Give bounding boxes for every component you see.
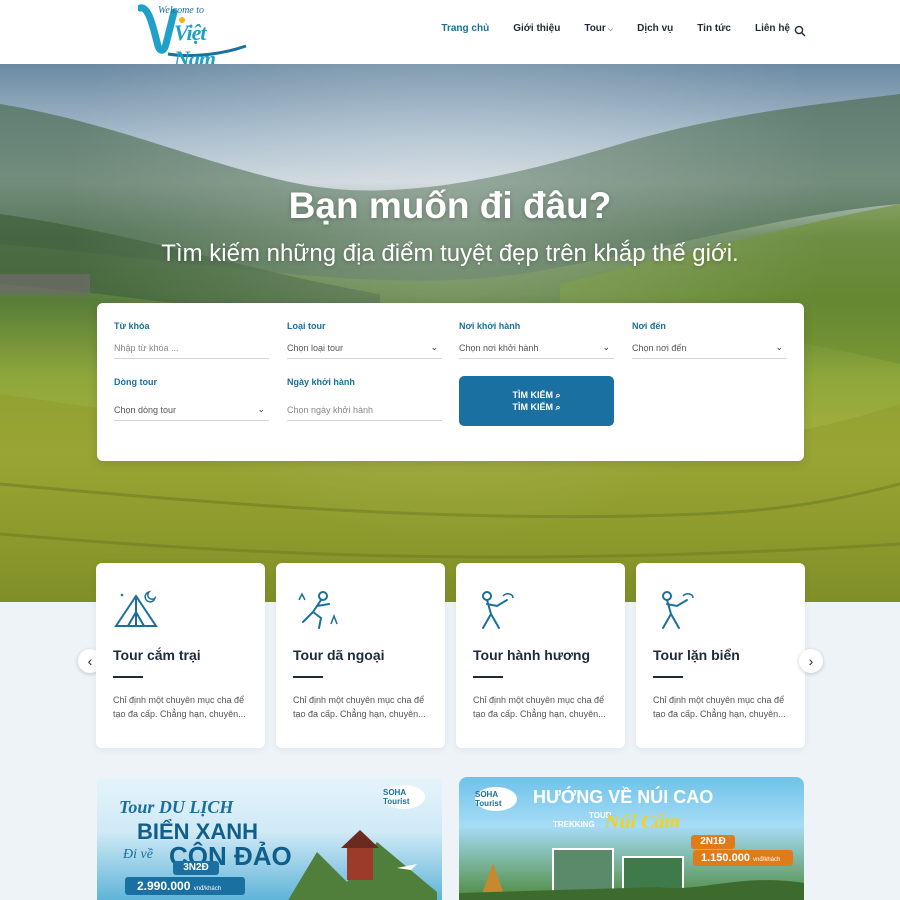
destination-value: Chọn nơi đến <box>632 342 687 353</box>
search-button[interactable]: TÌM KIẾM ⌕ TÌM KIẾM ⌕ <box>459 376 614 426</box>
keyword-label: Từ khóa <box>114 321 150 331</box>
category-title: Tour hành hương <box>473 647 591 663</box>
tour-line-label: Dòng tour <box>114 377 157 387</box>
main-nav: Trang chủ Giới thiệu Tour ⌵ Dịch vụ Tin t… <box>441 23 790 34</box>
destination-field: Nơi đến Chọn nơi đến ⌄ <box>632 321 787 359</box>
destination-label: Nơi đến <box>632 321 666 331</box>
nav-contact[interactable]: Liên hệ <box>755 23 790 34</box>
category-card[interactable]: Tour hành hương Chỉ định một chuyên mục … <box>456 563 625 748</box>
departure-select[interactable]: Chọn nơi khởi hành ⌄ <box>459 337 614 359</box>
keyword-field: Từ khóa <box>114 321 269 359</box>
search-button-label-hover: TÌM KIẾM ⌕ <box>512 402 561 412</box>
brand-badge: SOHA Tourist <box>383 785 425 809</box>
category-title: Tour lặn biển <box>653 647 740 663</box>
banner-illustration <box>288 830 437 900</box>
start-date-input[interactable] <box>287 399 442 421</box>
nav-tour-label: Tour <box>584 23 606 34</box>
nav-news[interactable]: Tin tức <box>697 23 731 34</box>
keyword-input[interactable] <box>114 337 269 359</box>
tour-category-carousel: Tour cắm trại Chỉ định một chuyên mục ch… <box>96 563 805 748</box>
nav-services[interactable]: Dịch vụ <box>637 23 673 34</box>
destination-select[interactable]: Chọn nơi đến ⌄ <box>632 337 787 359</box>
nav-tour[interactable]: Tour ⌵ <box>584 23 613 34</box>
tour-type-field: Loại tour Chọn loại tour ⌄ <box>287 321 442 359</box>
promo-banner-con-dao[interactable]: SOHA Tourist Tour DU LỊCH BIỂN XANH Đi v… <box>97 777 442 900</box>
title-underline <box>293 676 323 678</box>
title-underline <box>113 676 143 678</box>
nav-home[interactable]: Trang chủ <box>441 23 489 34</box>
nav-about[interactable]: Giới thiệu <box>513 23 560 34</box>
search-button-label: TÌM KIẾM ⌕ <box>512 390 561 400</box>
banner-headline: HƯỚNG VỀ NÚI CAO <box>533 787 714 807</box>
tour-search-form: Từ khóa Loại tour Chọn loại tour ⌄ Nơi kh… <box>97 303 804 461</box>
promo-banner-nui-cam[interactable]: SOHA Tourist HƯỚNG VỀ NÚI CAO TOUR TREKK… <box>459 777 804 900</box>
category-description: Chỉ định một chuyên mục cha để tạo đa cấ… <box>473 695 606 719</box>
title-underline <box>473 676 503 678</box>
logo-tagline: Welcome to <box>158 5 205 16</box>
category-card[interactable]: Tour lặn biển Chỉ định một chuyên mục ch… <box>636 563 805 748</box>
category-title: Tour dã ngoại <box>293 647 385 663</box>
banner-illustration <box>459 848 804 900</box>
site-logo[interactable]: Welcome to Việt Nam <box>138 2 250 71</box>
site-header: Welcome to Việt Nam Trang chủ Giới thiệu… <box>0 0 900 71</box>
departure-label: Nơi khởi hành <box>459 321 521 331</box>
tour-line-field: Dòng tour Chọn dòng tour ⌄ <box>114 377 269 421</box>
tour-line-value: Chọn dòng tour <box>114 404 177 415</box>
banner-line-1: Tour DU LỊCH <box>119 797 234 817</box>
hero-subtitle: Tìm kiếm những địa điểm tuyệt đẹp trên k… <box>161 240 739 267</box>
price-tag: 2.990.000 vnđ/khách <box>125 877 245 895</box>
tour-type-label: Loại tour <box>287 321 326 331</box>
start-date-label: Ngày khởi hành <box>287 377 355 387</box>
banner-line-3: Đi về <box>123 847 153 862</box>
tent-icon <box>114 590 158 627</box>
hero-title: Bạn muốn đi đâu? <box>288 185 612 226</box>
banner-place: Núi Cấm <box>605 811 681 833</box>
chevron-left-icon: ‹ <box>87 653 93 669</box>
climber-icon <box>298 591 338 629</box>
tour-type-select[interactable]: Chọn loại tour ⌄ <box>287 337 442 359</box>
hiker-icon <box>662 591 694 629</box>
chevron-down-icon: ⌄ <box>257 404 265 414</box>
category-card[interactable]: Tour cắm trại Chỉ định một chuyên mục ch… <box>96 563 265 748</box>
banner-sub-2: TREKKING <box>553 820 595 829</box>
category-description: Chỉ định một chuyên mục cha để tạo đa cấ… <box>113 695 246 719</box>
departure-value: Chọn nơi khởi hành <box>459 342 539 353</box>
tour-line-select[interactable]: Chọn dòng tour ⌄ <box>114 399 269 421</box>
duration-tag: 3N2Đ <box>173 861 219 875</box>
chevron-down-icon: ⌄ <box>602 342 610 352</box>
departure-field: Nơi khởi hành Chọn nơi khởi hành ⌄ <box>459 321 614 359</box>
search-icon[interactable] <box>794 25 806 37</box>
category-description: Chỉ định một chuyên mục cha để tạo đa cấ… <box>653 695 786 719</box>
chevron-down-icon: ⌄ <box>430 342 438 352</box>
category-card[interactable]: Tour dã ngoại Chỉ định một chuyên mục ch… <box>276 563 445 748</box>
tour-type-value: Chọn loại tour <box>287 342 344 353</box>
brand-badge: SOHA Tourist <box>475 787 517 811</box>
category-title: Tour cắm trại <box>113 647 201 663</box>
category-description: Chỉ định một chuyên mục cha để tạo đa cấ… <box>293 695 426 719</box>
hiker-icon <box>482 591 514 629</box>
start-date-field: Ngày khởi hành <box>287 377 442 421</box>
chevron-down-icon: ⌄ <box>775 342 783 352</box>
chevron-right-icon: › <box>808 653 814 669</box>
carousel-next-button[interactable]: › <box>799 649 823 673</box>
chevron-down-icon: ⌵ <box>607 26 614 33</box>
title-underline <box>653 676 683 678</box>
